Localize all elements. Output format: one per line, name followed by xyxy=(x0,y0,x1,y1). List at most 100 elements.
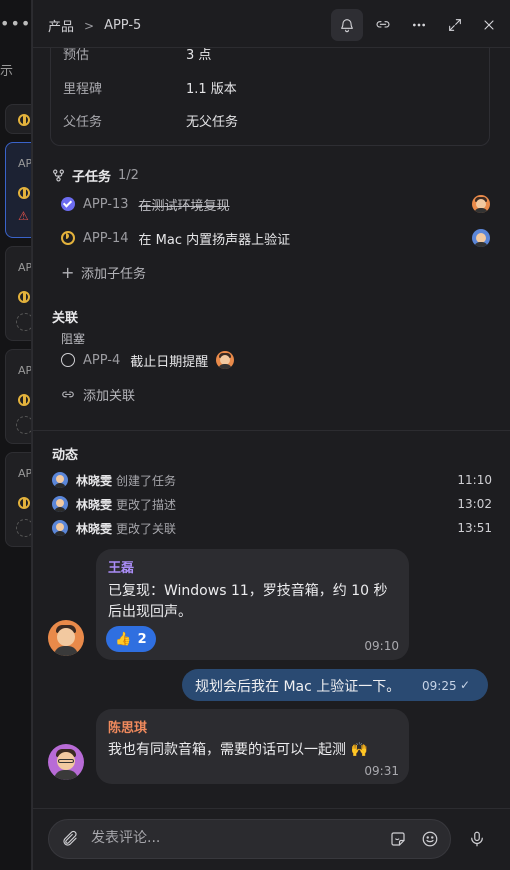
issue-detail-panel: 产品 > APP-5 预估 3 点 里程碑 1.1 版本 父任务 无父任务 子任… xyxy=(32,0,510,870)
done-status-icon[interactable] xyxy=(61,197,75,211)
expand-button[interactable] xyxy=(439,9,471,41)
background-card-selected[interactable]: AP ⚠ xyxy=(5,142,32,238)
subtasks-header: 子任务 1/2 xyxy=(52,166,139,185)
commenter-avatar[interactable] xyxy=(48,744,84,780)
panel-header: 产品 > APP-5 xyxy=(33,0,510,48)
relation-title: 截止日期提醒 xyxy=(130,354,209,370)
background-card[interactable]: AP xyxy=(5,452,32,547)
reaction-count: 2 xyxy=(137,631,147,647)
subtask-row[interactable]: APP-14 在 Mac 内置扬声器上验证 xyxy=(50,224,490,252)
notification-button[interactable] xyxy=(331,9,363,41)
comment-text-line: 已复现：Windows 11，罗技音箱，约 10 秒 xyxy=(108,583,388,599)
todo-status-icon[interactable] xyxy=(61,353,75,367)
comment-text: 规划会后我在 Mac 上验证一下。 xyxy=(195,679,401,695)
composer-bar xyxy=(33,808,510,870)
in-progress-icon xyxy=(18,187,30,199)
comment-bubble: 陈思琪 我也有同款音箱，需要的话可以一起测 🙌 09:31 xyxy=(96,709,409,784)
activity-user[interactable]: 林晓雯 xyxy=(76,520,112,537)
comment-time: 09:25 xyxy=(422,679,457,693)
activity-time: 11:10 xyxy=(457,473,492,487)
expand-icon xyxy=(449,19,461,31)
background-card[interactable]: AP xyxy=(5,246,32,341)
activity-user[interactable]: 林晓雯 xyxy=(76,472,112,489)
in-progress-icon xyxy=(18,394,30,406)
activity-action: 更改了描述 xyxy=(116,497,177,512)
background-card[interactable]: AP xyxy=(5,349,31,444)
breadcrumb-project[interactable]: 产品 xyxy=(48,16,74,35)
commenter-avatar[interactable] xyxy=(48,620,84,656)
activity-title: 动态 xyxy=(52,448,79,463)
close-icon xyxy=(484,20,494,30)
subtask-row[interactable]: APP-13 在测试环境复现 xyxy=(50,190,490,218)
card-key: AP xyxy=(18,467,32,480)
breadcrumb: 产品 > APP-5 xyxy=(48,16,141,35)
activity-action: 更改了关联 xyxy=(116,521,177,536)
subtask-title: 在 Mac 内置扬声器上验证 xyxy=(138,232,291,248)
activity-item: 林晓雯 创建了任务 11:10 xyxy=(52,470,492,490)
avatar-placeholder-icon xyxy=(16,313,31,331)
in-progress-icon xyxy=(18,291,30,303)
comment-author[interactable]: 王磊 xyxy=(108,557,134,576)
more-button[interactable] xyxy=(403,9,435,41)
link-icon xyxy=(376,21,390,28)
comment-time: 09:10 xyxy=(364,639,399,653)
relation-row[interactable]: APP-4 截止日期提醒 xyxy=(50,346,490,374)
assignee-avatar[interactable] xyxy=(472,229,490,247)
link-icon xyxy=(62,391,74,397)
subtask-key: APP-13 xyxy=(83,196,129,212)
comment-text-line: 我也有同款音箱，需要的话可以一起测 🙌 xyxy=(108,742,368,758)
user-avatar[interactable] xyxy=(52,472,68,488)
reaction-chip[interactable]: 👍 2 xyxy=(106,626,156,652)
user-avatar[interactable] xyxy=(52,496,68,512)
breadcrumb-separator: > xyxy=(84,18,95,33)
in-progress-icon xyxy=(18,497,30,509)
emoji-button[interactable] xyxy=(419,828,441,850)
relation-group-label: 阻塞 xyxy=(61,332,86,346)
in-progress-status-icon[interactable] xyxy=(61,231,75,245)
card-key: AP xyxy=(18,261,32,274)
add-relation-button[interactable]: 添加关联 xyxy=(61,385,135,404)
subtask-icon xyxy=(53,169,64,182)
copy-link-button[interactable] xyxy=(367,9,399,41)
background-card[interactable] xyxy=(5,104,31,134)
voice-button[interactable] xyxy=(466,828,488,850)
more-horizontal-icon xyxy=(412,23,425,27)
comment-author[interactable]: 陈思琪 xyxy=(108,717,147,736)
comment-composer xyxy=(48,819,451,859)
property-label-milestone: 里程碑 xyxy=(63,82,103,97)
warning-icon: ⚠ xyxy=(18,209,29,223)
activity-time: 13:02 xyxy=(457,497,492,511)
activity-time: 13:51 xyxy=(457,521,492,535)
add-subtask-button[interactable]: + 添加子任务 xyxy=(61,263,146,282)
activity-user[interactable]: 林晓雯 xyxy=(76,496,112,513)
comment-time: 09:31 xyxy=(364,764,399,778)
background-list-pane: ••• 示 AP ⚠ AP AP AP xyxy=(0,0,32,870)
section-divider xyxy=(33,430,510,431)
property-value-milestone[interactable]: 1.1 版本 xyxy=(186,78,237,97)
add-subtask-label: 添加子任务 xyxy=(81,267,147,282)
assignee-avatar[interactable] xyxy=(216,351,235,369)
add-relation-label: 添加关联 xyxy=(83,389,136,404)
sticker-button[interactable] xyxy=(387,828,409,850)
relations-title: 关联 xyxy=(52,311,79,326)
property-label-parent: 父任务 xyxy=(63,115,103,130)
comment-bubble: 王磊 已复现：Windows 11，罗技音箱，约 10 秒 后出现回声。 👍 2… xyxy=(96,549,409,660)
comment-input[interactable] xyxy=(91,830,371,846)
subtask-title: 在测试环境复现 xyxy=(138,198,230,214)
card-key: AP xyxy=(18,157,32,170)
sticker-icon xyxy=(391,832,405,846)
close-button[interactable] xyxy=(473,9,505,41)
plus-icon: + xyxy=(61,263,75,282)
outgoing-comment-bubble: 规划会后我在 Mac 上验证一下。 09:25 ✓ xyxy=(182,669,488,701)
in-progress-icon xyxy=(18,114,30,126)
microphone-icon xyxy=(471,831,483,847)
attach-button[interactable] xyxy=(59,828,81,850)
paperclip-icon xyxy=(63,830,77,846)
user-avatar[interactable] xyxy=(52,520,68,536)
subtask-key: APP-14 xyxy=(83,230,129,246)
property-value-parent[interactable]: 无父任务 xyxy=(186,111,238,130)
breadcrumb-issue: APP-5 xyxy=(104,18,142,33)
read-check-icon: ✓ xyxy=(460,678,471,692)
more-icon[interactable]: ••• xyxy=(0,14,31,33)
assignee-avatar[interactable] xyxy=(472,195,490,213)
